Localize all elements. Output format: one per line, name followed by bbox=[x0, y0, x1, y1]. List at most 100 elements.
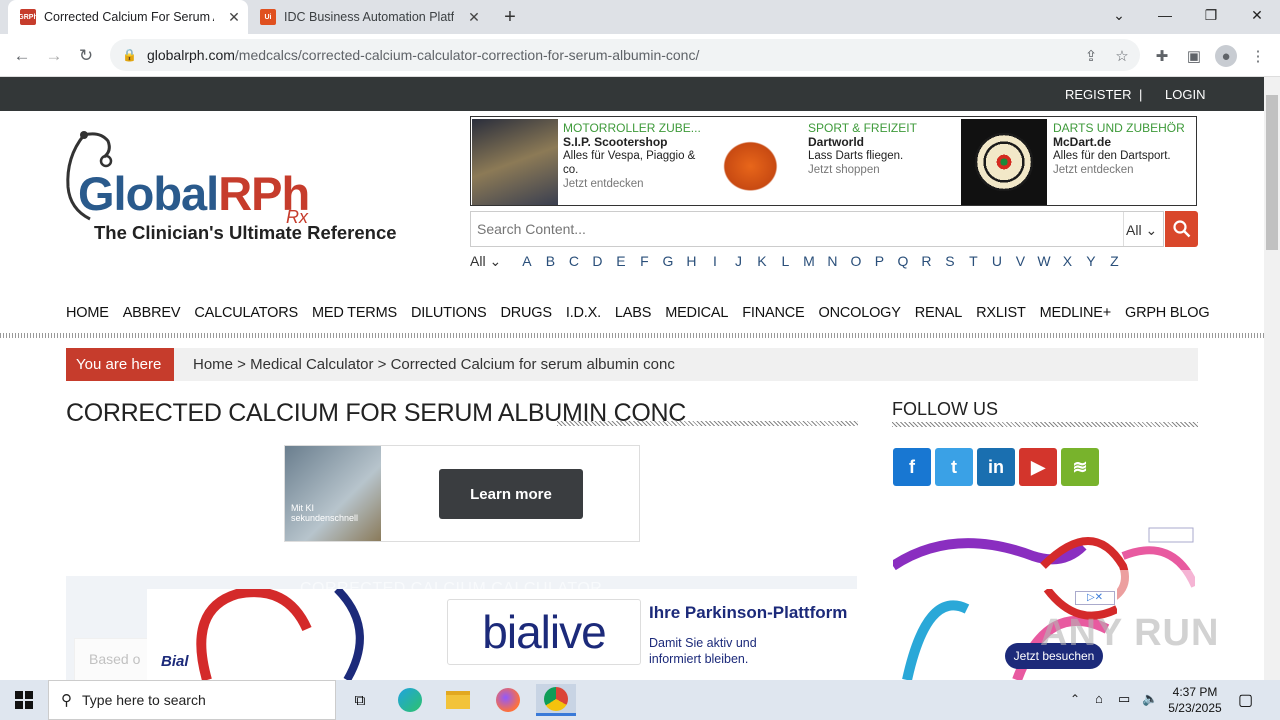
tab-idc[interactable]: Ui IDC Business Automation Platfo ✕ bbox=[248, 0, 488, 34]
alpha-letter-link[interactable]: Z bbox=[1103, 253, 1127, 269]
nav-item[interactable]: CALCULATORS bbox=[194, 305, 298, 321]
share-icon[interactable]: ⇪ bbox=[1080, 45, 1102, 67]
alpha-letter-link[interactable]: W bbox=[1032, 253, 1056, 269]
page-scrollbar[interactable] bbox=[1264, 77, 1280, 680]
browser-tab-strip: GRPh Corrected Calcium For Serum Al ✕ Ui… bbox=[0, 0, 1280, 34]
url-field[interactable]: 🔒 globalrph.com/medcalcs/corrected-calci… bbox=[110, 39, 1140, 71]
alpha-letter-link[interactable]: X bbox=[1056, 253, 1080, 269]
top-banner-ad[interactable]: MOTORROLLER ZUBE... S.I.P. Scootershop A… bbox=[470, 116, 1197, 206]
close-window-button[interactable]: ✕ bbox=[1234, 0, 1280, 30]
nav-item[interactable]: GRPH BLOG bbox=[1125, 305, 1210, 321]
alpha-letter-link[interactable]: E bbox=[609, 253, 633, 269]
twitter-icon[interactable]: t bbox=[935, 448, 973, 486]
nav-item[interactable]: DRUGS bbox=[500, 305, 552, 321]
menu-icon[interactable]: ⋮ bbox=[1247, 45, 1269, 67]
ad-sip-scootershop[interactable]: MOTORROLLER ZUBE... S.I.P. Scootershop A… bbox=[471, 119, 716, 205]
windows-start-icon[interactable] bbox=[4, 684, 44, 716]
alpha-letter-link[interactable]: Q bbox=[891, 253, 915, 269]
alpha-letter-link[interactable]: T bbox=[962, 253, 986, 269]
alpha-all-select[interactable]: All ⌄ bbox=[470, 253, 501, 270]
facebook-icon[interactable]: f bbox=[893, 448, 931, 486]
tray-chevron-icon[interactable]: ⌃ bbox=[1070, 692, 1080, 706]
mid-content-ad[interactable]: Mit KI sekundenschnell Learn more bbox=[284, 445, 640, 542]
extensions-icon[interactable]: ✚ bbox=[1151, 45, 1173, 67]
alpha-letter-link[interactable]: G bbox=[656, 253, 680, 269]
tab-close-icon[interactable]: ✕ bbox=[226, 9, 242, 26]
nav-item[interactable]: FINANCE bbox=[742, 305, 804, 321]
search-input[interactable] bbox=[471, 212, 1121, 246]
tray-device-icon[interactable]: ⌂ bbox=[1095, 691, 1103, 706]
alpha-letter-link[interactable]: K bbox=[750, 253, 774, 269]
nav-item[interactable]: LABS bbox=[615, 305, 651, 321]
clock[interactable]: 4:37 PM 5/23/2025 bbox=[1160, 684, 1230, 716]
site-logo[interactable]: GlobalRPh Rx The Clinician's Ultimate Re… bbox=[64, 127, 397, 247]
network-icon[interactable]: ▭ bbox=[1118, 691, 1130, 707]
tab-search-icon[interactable]: ⌄ bbox=[1096, 0, 1142, 30]
alpha-letter-link[interactable]: I bbox=[703, 253, 727, 269]
chrome-icon[interactable] bbox=[536, 684, 576, 716]
ad-cta[interactable]: Jetzt shoppen bbox=[808, 163, 958, 177]
alpha-letter-link[interactable]: H bbox=[680, 253, 704, 269]
forward-icon[interactable]: → bbox=[41, 43, 67, 69]
scrollbar-thumb[interactable] bbox=[1266, 95, 1278, 250]
ad-cta[interactable]: Jetzt entdecken bbox=[1053, 163, 1203, 177]
task-view-icon[interactable]: ⧉ bbox=[340, 684, 380, 716]
alpha-letter-link[interactable]: F bbox=[633, 253, 657, 269]
alpha-letter-link[interactable]: D bbox=[586, 253, 610, 269]
file-explorer-icon[interactable] bbox=[438, 684, 478, 716]
nav-item[interactable]: MEDICAL bbox=[665, 305, 728, 321]
spotify-icon[interactable]: ≋ bbox=[1061, 448, 1099, 486]
edge-icon[interactable] bbox=[390, 684, 430, 716]
alpha-letter-link[interactable]: S bbox=[938, 253, 962, 269]
nav-item[interactable]: MEDLINE+ bbox=[1040, 305, 1112, 321]
alpha-letter-link[interactable]: O bbox=[844, 253, 868, 269]
nav-item[interactable]: RENAL bbox=[915, 305, 963, 321]
bottom-sticky-ad[interactable]: Bial bialive Ihre Parkinson-Plattform Da… bbox=[147, 589, 1117, 680]
alpha-letter-link[interactable]: B bbox=[539, 253, 563, 269]
nav-item[interactable]: ABBREV bbox=[123, 305, 181, 321]
alpha-letter-link[interactable]: L bbox=[774, 253, 798, 269]
minimize-button[interactable]: — bbox=[1142, 0, 1188, 30]
notification-icon[interactable]: ▢ bbox=[1238, 690, 1253, 710]
ad-choices-close-icon[interactable]: ▷✕ bbox=[1075, 591, 1115, 605]
volume-icon[interactable]: 🔈 bbox=[1142, 691, 1158, 707]
alpha-letter-link[interactable]: N bbox=[821, 253, 845, 269]
back-icon[interactable]: ← bbox=[9, 43, 35, 69]
breadcrumb-path[interactable]: Home > Medical Calculator > Corrected Ca… bbox=[193, 356, 675, 373]
side-panel-icon[interactable]: ▣ bbox=[1183, 45, 1205, 67]
alpha-letter-link[interactable]: M bbox=[797, 253, 821, 269]
nav-item[interactable]: DILUTIONS bbox=[411, 305, 487, 321]
alpha-letter-link[interactable]: U bbox=[985, 253, 1009, 269]
new-tab-button[interactable]: + bbox=[496, 0, 524, 34]
firefox-icon[interactable] bbox=[488, 684, 528, 716]
nav-item[interactable]: ONCOLOGY bbox=[819, 305, 901, 321]
search-button[interactable] bbox=[1165, 211, 1198, 247]
maximize-button[interactable]: ❐ bbox=[1188, 0, 1234, 30]
alpha-letter-link[interactable]: Y bbox=[1079, 253, 1103, 269]
profile-icon[interactable]: ● bbox=[1215, 45, 1237, 67]
tab-close-icon[interactable]: ✕ bbox=[466, 9, 482, 26]
linkedin-icon[interactable]: in bbox=[977, 448, 1015, 486]
nav-item[interactable]: MED TERMS bbox=[312, 305, 397, 321]
search-scope-select[interactable]: All ⌄ bbox=[1123, 212, 1163, 246]
nav-item[interactable]: RXLIST bbox=[976, 305, 1026, 321]
youtube-icon[interactable]: ▶ bbox=[1019, 448, 1057, 486]
login-link[interactable]: LOGIN bbox=[1165, 87, 1205, 102]
alpha-letter-link[interactable]: C bbox=[562, 253, 586, 269]
nav-item[interactable]: HOME bbox=[66, 305, 109, 321]
ad-dartworld[interactable]: SPORT & FREIZEIT Dartworld Lass Darts fl… bbox=[716, 119, 961, 205]
learn-more-button[interactable]: Learn more bbox=[439, 469, 583, 519]
register-link[interactable]: REGISTER bbox=[1065, 87, 1131, 102]
nav-item[interactable]: I.D.X. bbox=[566, 305, 601, 321]
alpha-letter-link[interactable]: R bbox=[915, 253, 939, 269]
bookmark-star-icon[interactable]: ☆ bbox=[1111, 45, 1133, 67]
alpha-letter-link[interactable]: J bbox=[727, 253, 751, 269]
tab-globalrph[interactable]: GRPh Corrected Calcium For Serum Al ✕ bbox=[8, 0, 248, 34]
ad-mcdart[interactable]: DARTS UND ZUBEHÖR McDart.de Alles für de… bbox=[961, 119, 1196, 205]
alpha-letter-link[interactable]: P bbox=[868, 253, 892, 269]
ad-cta[interactable]: Jetzt entdecken bbox=[563, 177, 713, 191]
alpha-letter-link[interactable]: A bbox=[515, 253, 539, 269]
taskbar-search[interactable]: ⚲ Type here to search bbox=[48, 680, 336, 720]
alpha-letter-link[interactable]: V bbox=[1009, 253, 1033, 269]
reload-icon[interactable]: ↻ bbox=[73, 43, 99, 69]
